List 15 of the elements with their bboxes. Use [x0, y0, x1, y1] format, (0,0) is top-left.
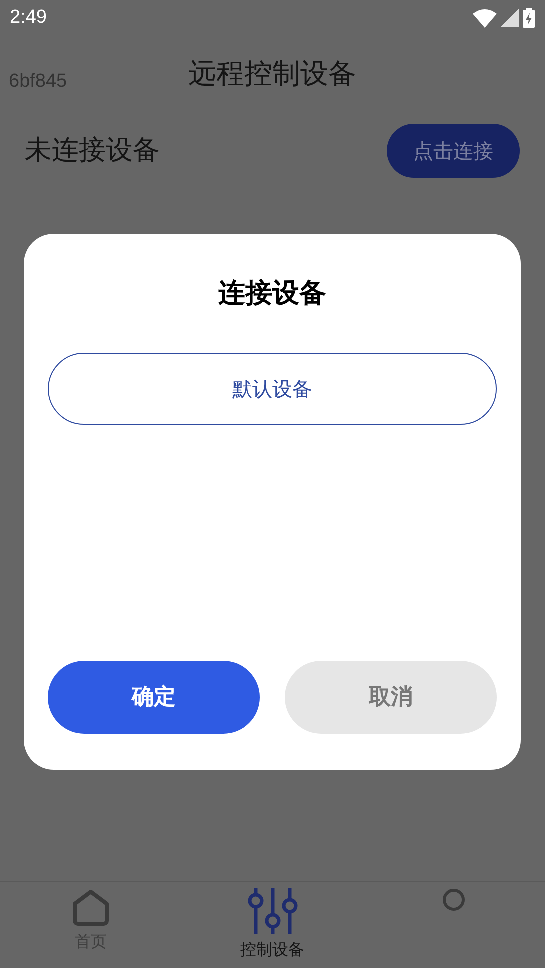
device-option[interactable]: 默认设备 — [48, 352, 497, 424]
circle-icon — [442, 888, 466, 912]
sliders-icon — [248, 888, 298, 936]
battery-icon — [523, 8, 535, 28]
connection-status: 未连接设备 — [25, 134, 160, 168]
confirm-button[interactable]: 确定 — [48, 661, 260, 734]
dialog-title: 连接设备 — [218, 277, 328, 311]
cancel-button[interactable]: 取消 — [285, 661, 497, 734]
status-time: 2:49 — [10, 6, 47, 30]
connect-button[interactable]: 点击连接 — [387, 124, 520, 178]
wifi-icon — [473, 8, 497, 28]
home-icon — [70, 888, 111, 928]
signal-icon — [501, 9, 519, 27]
nav-tab[interactable]: 控制设备 — [182, 882, 364, 968]
page-title: 远程控制设备 — [188, 56, 356, 92]
